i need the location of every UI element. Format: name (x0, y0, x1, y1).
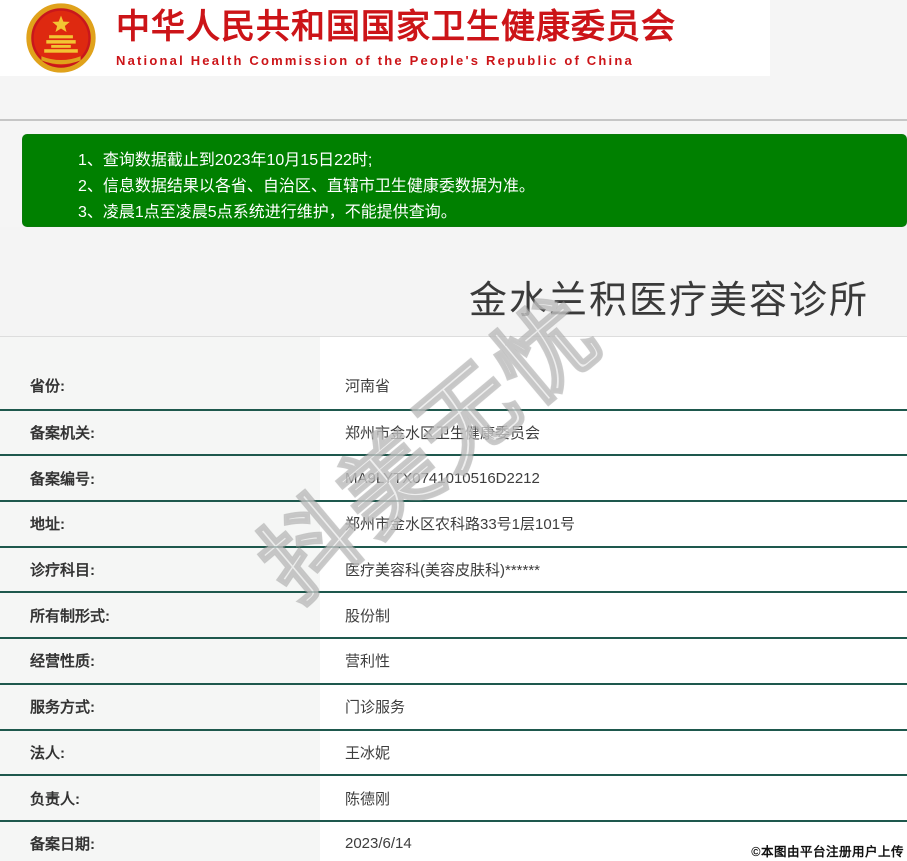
table-row: 服务方式: 门诊服务 (0, 682, 907, 729)
row-label: 诊疗科目: (0, 547, 320, 592)
row-label: 服务方式: (0, 684, 320, 729)
table-row: 负责人: 陈德刚 (0, 774, 907, 820)
row-value: 陈德刚 (320, 776, 907, 820)
table-spacer-value-cell (320, 337, 907, 363)
china-national-emblem-icon (26, 3, 96, 73)
page: 中华人民共和国国家卫生健康委员会 National Health Commiss… (0, 0, 907, 861)
notice-section: 1、查询数据截止到2023年10月15日22时; 2、信息数据结果以各省、自治区… (0, 121, 907, 227)
notice-box: 1、查询数据截止到2023年10月15日22时; 2、信息数据结果以各省、自治区… (22, 134, 907, 227)
row-label: 负责人: (0, 776, 320, 820)
row-value: 王冰妮 (320, 730, 907, 775)
row-value: 郑州市金水区农科路33号1层101号 (320, 502, 907, 546)
row-value: 门诊服务 (320, 684, 907, 729)
table-spacer-label-cell (0, 337, 320, 363)
notice-line: 3、凌晨1点至凌晨5点系统进行维护，不能提供查询。 (78, 204, 457, 221)
row-value: MA9LYTX0741010516D2212 (320, 456, 907, 501)
header-titles: 中华人民共和国国家卫生健康委员会 National Health Commiss… (116, 8, 676, 68)
site-title: 中华人民共和国国家卫生健康委员会 (116, 7, 676, 46)
notice-line: 2、信息数据结果以各省、自治区、直辖市卫生健康委数据为准。 (78, 178, 535, 195)
table-row: 经营性质: 营利性 (0, 637, 907, 683)
row-value: 河南省 (320, 363, 907, 409)
row-label: 备案编号: (0, 456, 320, 501)
row-label: 备案日期: (0, 821, 320, 861)
table-spacer (0, 337, 907, 363)
table-row: 省份: 河南省 (0, 363, 907, 409)
site-subtitle: National Health Commission of the People… (116, 53, 634, 69)
row-value: 医疗美容科(美容皮肤科)****** (320, 547, 907, 592)
notice-line: 1、查询数据截止到2023年10月15日22时; (78, 152, 373, 169)
row-label: 经营性质: (0, 639, 320, 683)
subnav-bar (0, 76, 907, 121)
table-row: 备案编号: MA9LYTX0741010516D2212 (0, 454, 907, 501)
row-value: 营利性 (320, 639, 907, 683)
row-label: 所有制形式: (0, 593, 320, 638)
header: 中华人民共和国国家卫生健康委员会 National Health Commiss… (0, 0, 770, 76)
table-row: 诊疗科目: 医疗美容科(美容皮肤科)****** (0, 545, 907, 592)
table-row: 备案机关: 郑州市金水区卫生健康委员会 (0, 408, 907, 455)
row-label: 备案机关: (0, 410, 320, 455)
result-title-section: 金水兰积医疗美容诊所 (0, 227, 907, 337)
row-value: 股份制 (320, 593, 907, 638)
table-row: 法人: 王冰妮 (0, 728, 907, 775)
row-label: 法人: (0, 730, 320, 775)
table-row: 所有制形式: 股份制 (0, 591, 907, 638)
table-row: 地址: 郑州市金水区农科路33号1层101号 (0, 500, 907, 546)
row-value: 郑州市金水区卫生健康委员会 (320, 410, 907, 455)
facility-name: 金水兰积医疗美容诊所 (468, 280, 869, 322)
row-label: 省份: (0, 363, 320, 409)
row-label: 地址: (0, 502, 320, 546)
info-table: 省份: 河南省 备案机关: 郑州市金水区卫生健康委员会 备案编号: MA9LYT… (0, 337, 907, 861)
copyright-note: ©本图由平台注册用户上传 (747, 843, 907, 861)
